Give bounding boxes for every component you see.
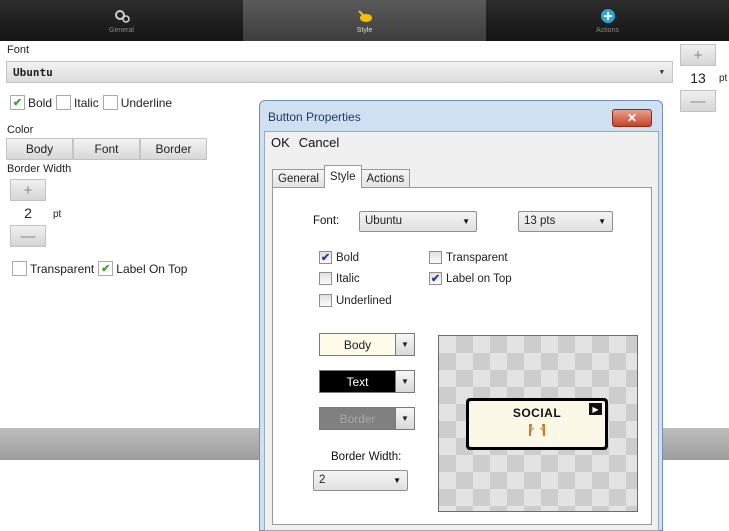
border-color-label: Border bbox=[320, 408, 395, 429]
bold-checkbox[interactable]: ✔ bbox=[319, 251, 332, 264]
close-icon[interactable]: ✕ bbox=[612, 109, 652, 127]
dropdown-arrow-icon: ▼ bbox=[395, 371, 414, 392]
border-width-stepper: + 2 — bbox=[9, 179, 47, 247]
dropdown-arrow-icon: ▼ bbox=[393, 476, 401, 485]
font-size-decrease-button[interactable]: — bbox=[680, 90, 716, 112]
dialog-label-on-top-option[interactable]: ✔ Label on Top bbox=[429, 272, 512, 285]
dialog-font-select[interactable]: Ubuntu ▼ bbox=[359, 211, 477, 232]
dialog-border-width-select[interactable]: 2 ▼ bbox=[313, 470, 408, 491]
transparent-checkbox[interactable] bbox=[429, 251, 442, 264]
font-color-button[interactable]: Font bbox=[73, 138, 140, 160]
dialog-tabs: General Style Actions bbox=[272, 165, 411, 188]
label-on-top-checkbox[interactable]: ✔ bbox=[429, 272, 442, 285]
italic-label: Italic bbox=[74, 95, 99, 110]
dropdown-arrow-icon: ▼ bbox=[462, 217, 470, 226]
font-select-value: Ubuntu bbox=[13, 66, 53, 79]
dialog-body: OK Cancel General Style Actions Font: Ub… bbox=[264, 131, 659, 531]
preview-button-image bbox=[526, 422, 548, 438]
label-on-top-label: Label On Top bbox=[116, 261, 188, 276]
top-tab-bar: General Style Actions bbox=[0, 0, 729, 41]
dialog-size-value: 13 pts bbox=[524, 215, 556, 227]
font-size-unit: pt bbox=[719, 73, 728, 84]
tab-style[interactable]: Style bbox=[243, 0, 486, 41]
font-size-value: 13 bbox=[680, 66, 716, 90]
italic-checkbox[interactable] bbox=[319, 272, 332, 285]
dialog-bold-label: Bold bbox=[336, 251, 360, 264]
body-color-label: Body bbox=[320, 334, 395, 355]
dialog-underlined-label: Underlined bbox=[336, 294, 392, 307]
font-label: Font bbox=[7, 44, 30, 56]
play-icon: ▶ bbox=[589, 403, 602, 415]
border-color-button[interactable]: Border bbox=[140, 138, 207, 160]
dialog-transparent-label: Transparent bbox=[446, 251, 508, 264]
dialog-italic-option[interactable]: Italic bbox=[319, 272, 360, 285]
dialog-title: Button Properties bbox=[268, 110, 361, 124]
dropdown-arrow-icon: ▼ bbox=[395, 334, 414, 355]
tab-general-label: General bbox=[109, 27, 134, 34]
dialog-font-label: Font: bbox=[313, 215, 340, 227]
preview-button: ▶ SOCIAL bbox=[466, 398, 608, 450]
preview-button-face: ▶ SOCIAL bbox=[469, 401, 605, 447]
text-color-select[interactable]: Text ▼ bbox=[319, 370, 415, 393]
cancel-menu-item[interactable]: Cancel bbox=[299, 135, 339, 150]
plus-circle-icon bbox=[600, 7, 616, 25]
underline-label: Underline bbox=[120, 95, 173, 110]
transparent-label: Transparent bbox=[30, 261, 95, 276]
dialog-border-width-value: 2 bbox=[319, 474, 326, 486]
dialog-font-value: Ubuntu bbox=[365, 215, 403, 227]
body-color-select[interactable]: Body ▼ bbox=[319, 333, 415, 356]
dropdown-arrow-icon: ▼ bbox=[598, 217, 606, 226]
style-tab-panel: Font: Ubuntu ▼ 13 pts ▼ ✔ Bold Italic Un… bbox=[272, 187, 652, 525]
transparent-checkbox[interactable] bbox=[12, 261, 27, 276]
font-select[interactable]: Ubuntu ▼ bbox=[6, 61, 673, 83]
tab-actions-label: Actions bbox=[596, 27, 619, 34]
border-width-value: 2 bbox=[10, 201, 46, 225]
font-size-stepper: + 13 — bbox=[679, 44, 717, 112]
bold-checkbox[interactable]: ✔ bbox=[10, 95, 25, 110]
italic-checkbox[interactable] bbox=[56, 95, 72, 110]
color-label: Color bbox=[7, 124, 34, 136]
dialog-transparent-option[interactable]: Transparent bbox=[429, 251, 508, 264]
border-width-increase-button[interactable]: + bbox=[10, 179, 46, 201]
border-width-decrease-button[interactable]: — bbox=[10, 225, 46, 247]
tab-style-label: Style bbox=[356, 27, 373, 34]
options-row: Transparent ✔ Label On Top bbox=[12, 261, 187, 276]
dialog-tab-general[interactable]: General bbox=[272, 169, 325, 188]
dialog-size-select[interactable]: 13 pts ▼ bbox=[518, 211, 613, 232]
people-icon bbox=[529, 424, 545, 436]
style-icon bbox=[356, 7, 374, 25]
dialog-menu: OK Cancel bbox=[271, 135, 339, 150]
dropdown-arrow-icon: ▼ bbox=[659, 68, 664, 76]
text-color-label: Text bbox=[320, 371, 395, 392]
underline-checkbox[interactable] bbox=[102, 95, 118, 110]
dialog-label-on-top-label: Label on Top bbox=[446, 272, 512, 285]
button-properties-dialog: Button Properties ✕ OK Cancel General St… bbox=[259, 100, 663, 531]
font-size-increase-button[interactable]: + bbox=[680, 44, 716, 66]
border-width-unit: pt bbox=[53, 209, 62, 220]
ok-menu-item[interactable]: OK bbox=[271, 135, 290, 150]
border-color-select[interactable]: Border ▼ bbox=[319, 407, 415, 430]
tab-general[interactable]: General bbox=[0, 0, 243, 41]
dialog-bold-option[interactable]: ✔ Bold bbox=[319, 251, 359, 264]
dropdown-arrow-icon: ▼ bbox=[395, 408, 414, 429]
underlined-checkbox[interactable] bbox=[319, 294, 332, 307]
gear-icon bbox=[113, 7, 131, 25]
preview-button-label: SOCIAL bbox=[512, 406, 562, 420]
dialog-italic-label: Italic bbox=[336, 272, 360, 285]
button-preview: ▶ SOCIAL bbox=[438, 335, 638, 512]
tab-actions[interactable]: Actions bbox=[486, 0, 729, 41]
label-on-top-checkbox[interactable]: ✔ bbox=[98, 261, 114, 276]
body-color-button[interactable]: Body bbox=[6, 138, 73, 160]
border-width-label: Border Width bbox=[7, 163, 72, 175]
text-style-row: ✔ Bold Italic Underline bbox=[10, 95, 172, 110]
color-button-group: Body Font Border bbox=[6, 138, 207, 160]
dialog-tab-style[interactable]: Style bbox=[323, 165, 362, 188]
dialog-underlined-option[interactable]: Underlined bbox=[319, 294, 392, 307]
dialog-border-width-label: Border Width: bbox=[331, 451, 402, 463]
dialog-tab-actions[interactable]: Actions bbox=[360, 169, 411, 188]
bold-label: Bold bbox=[28, 95, 53, 110]
